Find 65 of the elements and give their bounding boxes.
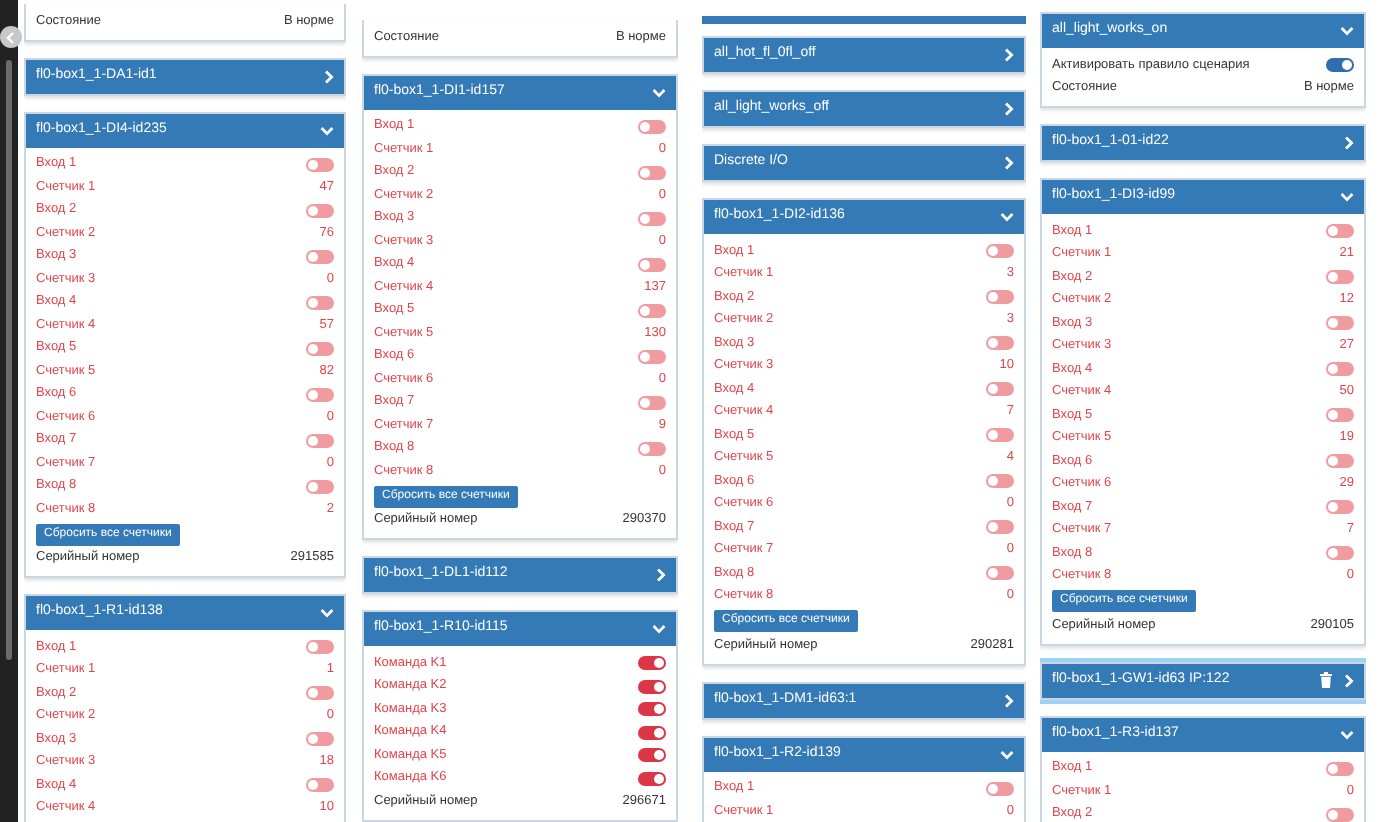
toggle-switch[interactable] [638, 165, 666, 180]
toggle-switch[interactable] [986, 520, 1014, 535]
chevron-down-icon[interactable] [320, 125, 334, 135]
chevron-right-icon[interactable] [1004, 48, 1014, 62]
chevron-down-icon[interactable] [1340, 729, 1354, 739]
chevron-right-icon[interactable] [1004, 102, 1014, 116]
toggle-switch[interactable] [306, 157, 334, 172]
toggle-switch[interactable] [1326, 546, 1354, 561]
toggle-switch[interactable] [638, 771, 666, 786]
toggle-switch[interactable] [638, 119, 666, 134]
toggle-switch[interactable] [306, 433, 334, 448]
chevron-right-icon[interactable] [1344, 673, 1354, 687]
toggle-switch[interactable] [986, 244, 1014, 259]
toggle-switch[interactable] [638, 748, 666, 763]
toggle-switch[interactable] [1326, 270, 1354, 285]
toggle-switch[interactable] [638, 303, 666, 318]
toggle-switch[interactable] [986, 428, 1014, 443]
toggle-switch[interactable] [1326, 316, 1354, 331]
chevron-right-icon[interactable] [1004, 693, 1014, 707]
toggle-switch[interactable] [306, 295, 334, 310]
chevron-right-icon[interactable] [1344, 136, 1354, 150]
toggle-switch[interactable] [1326, 807, 1354, 822]
toggle-switch[interactable] [986, 336, 1014, 351]
chevron-right-icon[interactable] [1004, 156, 1014, 170]
chevron-down-icon[interactable] [1000, 749, 1014, 759]
toggle-switch[interactable] [638, 656, 666, 671]
toggle-switch[interactable] [638, 702, 666, 717]
toggle-switch[interactable] [638, 679, 666, 694]
toggle-switch[interactable] [306, 387, 334, 402]
toggle-switch[interactable] [1326, 362, 1354, 377]
toggle-switch[interactable] [638, 441, 666, 456]
chevron-down-icon[interactable] [1340, 26, 1354, 36]
toggle-switch[interactable] [306, 732, 334, 747]
toggle-switch[interactable] [306, 479, 334, 494]
toggle-switch[interactable] [1326, 224, 1354, 239]
collapse-sidebar-button[interactable] [0, 26, 22, 48]
toggle-switch[interactable] [1326, 500, 1354, 515]
chevron-down-icon[interactable] [1340, 192, 1354, 202]
toggle-switch[interactable] [986, 474, 1014, 489]
toggle-switch[interactable] [1326, 454, 1354, 469]
toggle-switch[interactable] [638, 395, 666, 410]
toggle-switch[interactable] [1326, 58, 1354, 73]
chevron-down-icon[interactable] [652, 87, 666, 97]
chevron-down-icon[interactable] [1000, 212, 1014, 222]
chevron-down-icon[interactable] [320, 608, 334, 618]
toggle-switch[interactable] [1326, 408, 1354, 423]
toggle-switch[interactable] [306, 778, 334, 793]
toggle-switch[interactable] [638, 349, 666, 364]
trash-icon[interactable] [1320, 672, 1332, 688]
toggle-switch[interactable] [306, 686, 334, 701]
toggle-switch[interactable] [1326, 761, 1354, 776]
toggle-switch[interactable] [986, 566, 1014, 581]
toggle-switch[interactable] [986, 781, 1014, 796]
toggle-switch[interactable] [638, 211, 666, 226]
toggle-switch[interactable] [306, 203, 334, 218]
toggle-switch[interactable] [306, 341, 334, 356]
chevron-right-icon[interactable] [324, 69, 334, 83]
toggle-switch[interactable] [986, 382, 1014, 397]
toggle-switch[interactable] [638, 257, 666, 272]
chevron-down-icon[interactable] [652, 624, 666, 634]
toggle-switch[interactable] [306, 249, 334, 264]
toggle-switch[interactable] [986, 290, 1014, 305]
toggle-switch[interactable] [306, 640, 334, 655]
chevron-right-icon[interactable] [656, 568, 666, 582]
toggle-switch[interactable] [638, 725, 666, 740]
